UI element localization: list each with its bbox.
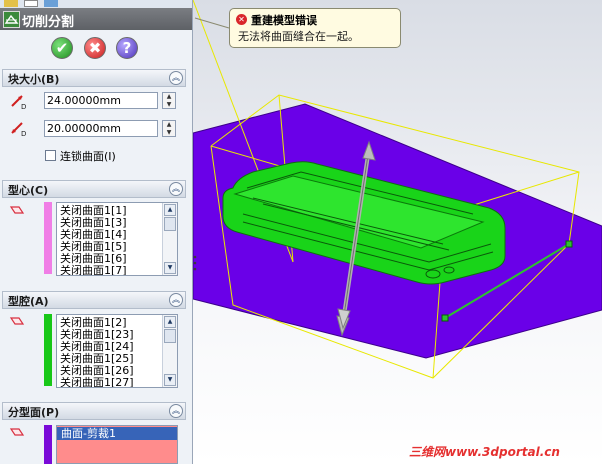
depth-a-spinner[interactable]: ▲ ▼ xyxy=(162,92,176,109)
collapse-chevron-icon[interactable]: ︽ xyxy=(169,71,183,85)
svg-text:D: D xyxy=(21,103,26,110)
list-item[interactable]: 关闭曲面1[7] xyxy=(60,265,127,276)
core-color-swatch xyxy=(44,202,52,274)
cavity-section-header[interactable]: 型腔(A) ︽ xyxy=(2,291,186,309)
depth-b-spinner[interactable]: ▲ ▼ xyxy=(162,120,176,137)
core-header-label: 型心(C) xyxy=(8,184,49,197)
configuration-tab[interactable] xyxy=(44,0,58,7)
depth-direction-a-icon: D xyxy=(8,92,30,111)
interlock-surface-label[interactable]: 连锁曲面(I) xyxy=(60,148,116,164)
tooltip-pointer xyxy=(194,17,230,29)
surface-selection-icon xyxy=(9,315,25,329)
property-manager-tab[interactable] xyxy=(24,0,38,7)
cancel-button[interactable]: ✖ xyxy=(84,37,106,59)
core-section-body: 关闭曲面1[1] 关闭曲面1[3] 关闭曲面1[4] 关闭曲面1[5] 关闭曲面1[6]… xyxy=(2,198,186,278)
surface-selection-icon xyxy=(9,204,25,218)
list-item-selected[interactable]: 曲面-剪裁1 xyxy=(57,427,177,440)
panel-header: 切削分割 xyxy=(0,8,192,30)
parting-surface-header-label: 分型面(P) xyxy=(8,406,60,419)
feature-tree-tab[interactable] xyxy=(4,0,18,7)
cavity-header-label: 型腔(A) xyxy=(8,295,49,308)
tooltip-message: 无法将曲面缝合在一起。 xyxy=(238,30,359,43)
graphics-viewport[interactable] xyxy=(192,0,602,464)
parting-surface-section-header[interactable]: 分型面(P) ︽ xyxy=(2,402,186,420)
close-icon: ✖ xyxy=(88,39,102,57)
scroll-up-icon[interactable]: ▲ xyxy=(164,316,176,328)
collapse-chevron-icon[interactable]: ︽ xyxy=(169,293,183,307)
scroll-thumb[interactable] xyxy=(164,217,176,231)
core-section-header[interactable]: 型心(C) ︽ xyxy=(2,180,186,198)
spinner-up-icon[interactable]: ▲ xyxy=(163,93,175,100)
cavity-list-scrollbar[interactable]: ▲ ▼ xyxy=(162,315,177,387)
interlock-surface-checkbox[interactable] xyxy=(45,150,56,161)
scroll-down-icon[interactable]: ▼ xyxy=(164,262,176,274)
parting-item-label: 曲面-剪裁1 xyxy=(61,427,116,440)
model-scene[interactable] xyxy=(192,0,602,464)
tooling-split-icon xyxy=(3,11,20,28)
watermark: 三维网www.3dportal.cn xyxy=(409,445,560,459)
property-manager-panel: 切削分割 ✔ ✖ ? 块大小(B) ︽ D 24.00000mm ▲ ▼ D 2… xyxy=(0,0,193,464)
help-icon: ? xyxy=(122,39,132,57)
scroll-up-icon[interactable]: ▲ xyxy=(164,204,176,216)
panel-splitter[interactable] xyxy=(193,254,197,272)
ok-button[interactable]: ✔ xyxy=(51,37,73,59)
depth-a-input[interactable]: 24.00000mm xyxy=(44,92,158,109)
depth-b-input[interactable]: 20.00000mm xyxy=(44,120,158,137)
collapse-chevron-icon[interactable]: ︽ xyxy=(169,404,183,418)
tooltip-title: 重建模型错误 xyxy=(251,14,317,27)
error-icon: ✕ xyxy=(236,14,247,25)
block-size-section-header[interactable]: 块大小(B) ︽ xyxy=(2,69,186,87)
block-size-section-body: D 24.00000mm ▲ ▼ D 20.00000mm ▲ ▼ 连锁曲面(I… xyxy=(2,87,186,172)
depth-direction-b-icon: D xyxy=(8,119,30,138)
surface-selection-icon xyxy=(9,426,25,440)
spinner-up-icon[interactable]: ▲ xyxy=(163,121,175,128)
list-item[interactable]: 关闭曲面1[27] xyxy=(60,377,134,388)
parting-surface-list[interactable]: 曲面-剪裁1 xyxy=(56,425,178,464)
bbox-handle xyxy=(565,240,573,248)
cavity-faces-list[interactable]: 关闭曲面1[2] 关闭曲面1[23] 关闭曲面1[24] 关闭曲面1[25] 关闭曲面1… xyxy=(56,314,178,388)
parting-color-swatch xyxy=(44,425,52,464)
parting-surface-section-body: 曲面-剪裁1 xyxy=(2,420,186,464)
bbox-handle xyxy=(441,314,449,322)
scroll-down-icon[interactable]: ▼ xyxy=(164,374,176,386)
spinner-down-icon[interactable]: ▼ xyxy=(163,129,175,136)
cavity-section-body: 关闭曲面1[2] 关闭曲面1[23] 关闭曲面1[24] 关闭曲面1[25] 关闭曲面1… xyxy=(2,309,186,389)
block-size-header-label: 块大小(B) xyxy=(8,73,60,86)
rebuild-error-tooltip: ✕ 重建模型错误 无法将曲面缝合在一起。 xyxy=(229,8,401,48)
core-list-scrollbar[interactable]: ▲ ▼ xyxy=(162,203,177,275)
cavity-color-swatch xyxy=(44,314,52,386)
checkmark-icon: ✔ xyxy=(55,39,69,57)
svg-text:D: D xyxy=(21,130,26,137)
panel-title: 切削分割 xyxy=(22,15,75,30)
core-faces-list[interactable]: 关闭曲面1[1] 关闭曲面1[3] 关闭曲面1[4] 关闭曲面1[5] 关闭曲面1[6]… xyxy=(56,202,178,276)
collapse-chevron-icon[interactable]: ︽ xyxy=(169,182,183,196)
spinner-down-icon[interactable]: ▼ xyxy=(163,101,175,108)
scroll-thumb[interactable] xyxy=(164,329,176,343)
help-button[interactable]: ? xyxy=(116,37,138,59)
